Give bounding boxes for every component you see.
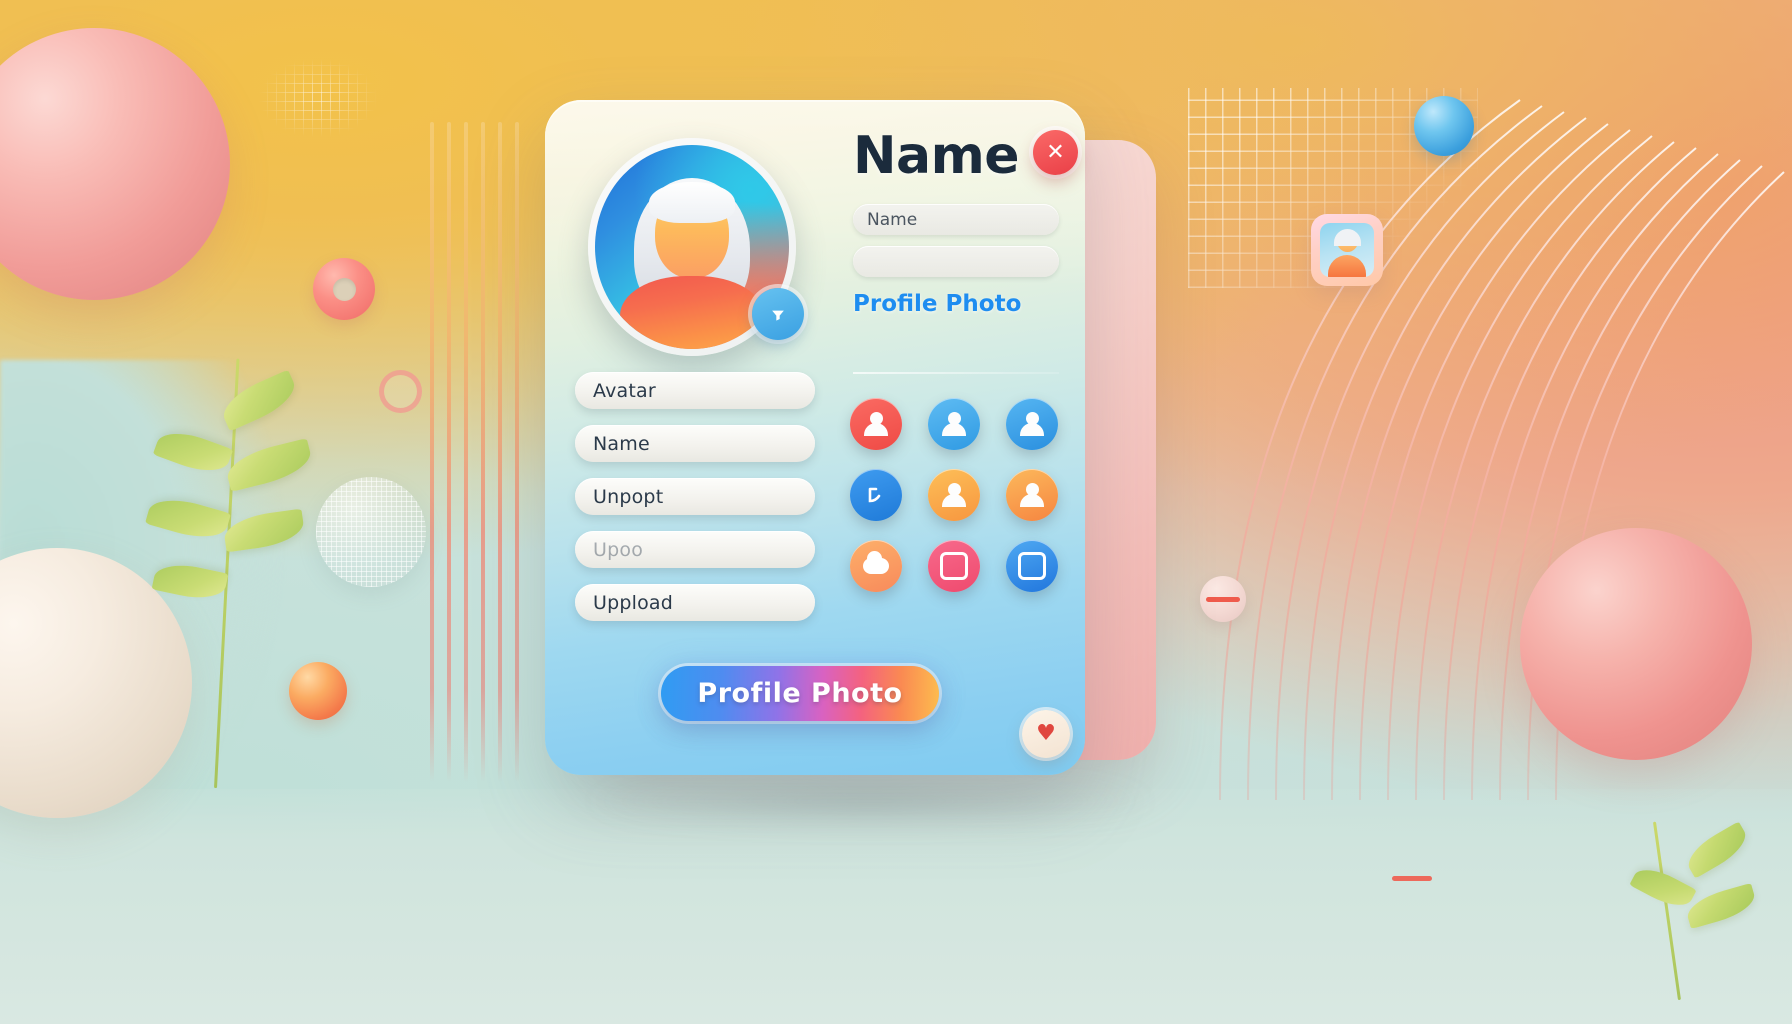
close-icon[interactable]: ✕ bbox=[1033, 130, 1078, 175]
card-header-column: Name Name Profile Photo bbox=[853, 130, 1059, 317]
icon-grid bbox=[850, 398, 1062, 592]
verified-badge-icon[interactable] bbox=[752, 288, 804, 340]
edit-profile-icon[interactable] bbox=[850, 469, 902, 521]
name-input[interactable]: Name bbox=[853, 204, 1059, 235]
user-avatar-icon[interactable] bbox=[850, 398, 902, 450]
field-row-avatar[interactable]: Avatar bbox=[575, 372, 815, 409]
decor-ring-pink bbox=[313, 258, 375, 320]
mini-avatar-body bbox=[1328, 255, 1366, 277]
plant-leaf bbox=[1681, 821, 1753, 879]
decor-plant-left bbox=[145, 352, 370, 802]
plant-leaf bbox=[222, 508, 306, 553]
avatar[interactable] bbox=[588, 138, 804, 356]
mini-avatar-icon bbox=[1320, 223, 1374, 277]
camera-glyph bbox=[940, 552, 968, 580]
user-orange-alt-icon[interactable] bbox=[1006, 469, 1058, 521]
photo-frame-icon[interactable] bbox=[1006, 540, 1058, 592]
field-row-uppload[interactable]: Uppload bbox=[575, 584, 815, 621]
section-divider bbox=[853, 372, 1059, 374]
page-title: Name bbox=[853, 126, 1020, 186]
plant-leaf bbox=[216, 369, 302, 432]
cloud-glyph bbox=[863, 551, 889, 574]
decor-sphere-pink-bottom-right bbox=[1520, 528, 1752, 760]
decor-sphere-minus bbox=[1200, 576, 1246, 622]
avatar-body bbox=[620, 275, 764, 349]
decor-plant-bottom-right bbox=[1629, 820, 1790, 1020]
decor-red-mark bbox=[1392, 876, 1432, 881]
profile-photo-link[interactable]: Profile Photo bbox=[853, 291, 1059, 317]
avatar-bangs bbox=[649, 181, 735, 223]
field-row-upoo[interactable]: Upoo bbox=[575, 531, 815, 568]
favorite-heart-icon[interactable]: ♥ bbox=[1022, 710, 1070, 758]
card-floor-shadow bbox=[470, 766, 1270, 836]
illustration-stage: Name Name Profile Photo Avatar Name Unpo… bbox=[0, 0, 1792, 1024]
mini-avatar-hair bbox=[1333, 229, 1361, 246]
user-contact-icon[interactable] bbox=[1006, 398, 1058, 450]
profile-settings-card: Name Name Profile Photo Avatar Name Unpo… bbox=[545, 100, 1085, 775]
person-glyph bbox=[863, 411, 889, 437]
person-glyph bbox=[941, 411, 967, 437]
decor-sphere-blue-small bbox=[1414, 96, 1474, 156]
field-row-unpopt[interactable]: Unpopt bbox=[575, 478, 815, 515]
secondary-input[interactable] bbox=[853, 246, 1059, 277]
user-orange-icon[interactable] bbox=[928, 469, 980, 521]
person-glyph bbox=[1019, 482, 1045, 508]
floating-avatar-chip[interactable] bbox=[1311, 214, 1383, 286]
decor-ring-tiny bbox=[379, 370, 422, 413]
user-profile-icon[interactable] bbox=[928, 398, 980, 450]
plant-leaf bbox=[223, 438, 315, 492]
decor-grid-small bbox=[258, 58, 378, 138]
upload-cloud-icon[interactable] bbox=[850, 540, 902, 592]
plant-leaf bbox=[145, 491, 231, 546]
camera-icon[interactable] bbox=[928, 540, 980, 592]
profile-photo-button[interactable]: Profile Photo bbox=[661, 666, 939, 721]
plant-leaf bbox=[151, 558, 229, 605]
frame-glyph bbox=[1018, 552, 1046, 580]
field-row-name[interactable]: Name bbox=[575, 425, 815, 462]
person-glyph bbox=[941, 482, 967, 508]
decor-vertical-lines bbox=[430, 122, 530, 782]
plant-leaf bbox=[1629, 861, 1697, 914]
plant-leaf bbox=[152, 424, 234, 480]
person-glyph bbox=[1019, 411, 1045, 437]
field-list: Avatar Name Unpopt Upoo Uppload bbox=[575, 372, 815, 637]
plant-stem bbox=[1652, 821, 1681, 1001]
